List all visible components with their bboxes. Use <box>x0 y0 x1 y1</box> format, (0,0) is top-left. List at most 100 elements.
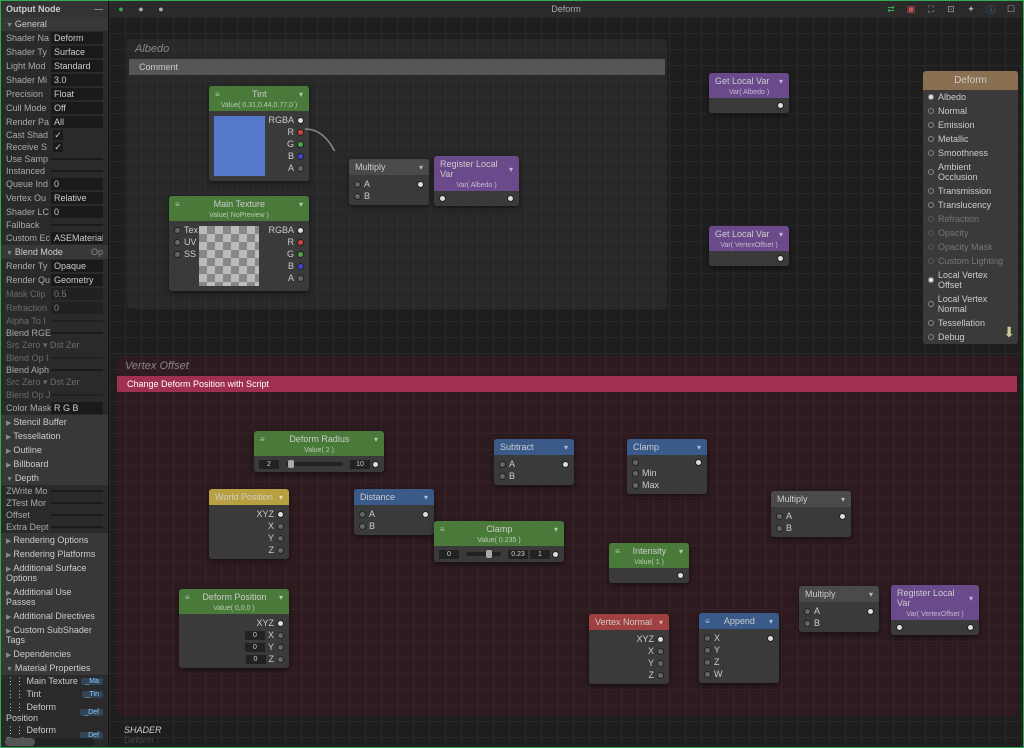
focus-icon[interactable]: ⊡ <box>944 2 958 16</box>
master-albedo[interactable]: Albedo <box>923 90 1018 104</box>
master-opacity[interactable]: Opacity <box>923 226 1018 240</box>
section-rendering-options[interactable]: Rendering Options <box>1 533 108 547</box>
expand-icon[interactable]: ⛶ <box>924 2 938 16</box>
node-subtract[interactable]: Subtract▾ A B <box>494 439 574 485</box>
dot1-icon[interactable]: ● <box>114 2 128 16</box>
master-custom-lighting[interactable]: Custom Lighting <box>923 254 1018 268</box>
section-additional-surface-options[interactable]: Additional Surface Options <box>1 561 108 585</box>
node-vertex-normal[interactable]: Vertex Normal▾ XYZ X Y Z <box>589 614 669 684</box>
prop-row[interactable]: Color MaskR G B <box>1 401 108 415</box>
prop-row[interactable]: Blend Alph <box>1 364 108 376</box>
sidebar: Output Node— General Shader NaDeformShad… <box>1 1 109 747</box>
section-blend[interactable]: Blend ModeOp <box>1 245 108 259</box>
node-distance[interactable]: Distance▾ A B <box>354 489 434 535</box>
prop-row[interactable]: Blend RGE <box>1 327 108 339</box>
prop-row[interactable]: Alpha To I <box>1 315 108 327</box>
prop-row[interactable]: Render PaAll <box>1 115 108 129</box>
node-register-albedo[interactable]: Register Local Var▾ Var( Albedo ) <box>434 156 519 206</box>
section-tessellation[interactable]: Tessellation <box>1 429 108 443</box>
node-maintexture[interactable]: ≡Main Texture▾ Value( NoPreview ) Tex UV… <box>169 196 309 291</box>
mat-prop[interactable]: ⋮⋮ Tint_Tin <box>1 688 108 701</box>
dot2-icon[interactable]: ● <box>134 2 148 16</box>
node-intensity[interactable]: ≡Intensity▾ Value( 1 ) <box>609 543 689 583</box>
save-icon[interactable]: ⬇ <box>1003 324 1015 341</box>
prop-row[interactable]: Src Zero ▾ Dst Zer <box>1 339 108 352</box>
prop-row[interactable]: Render TyOpaque <box>1 259 108 273</box>
section-general[interactable]: General <box>1 17 108 31</box>
master-opacity-mask[interactable]: Opacity Mask <box>923 240 1018 254</box>
maximize-icon[interactable]: ☐ <box>1004 2 1018 16</box>
prop-row[interactable]: Instanced <box>1 165 108 177</box>
master-normal[interactable]: Normal <box>923 104 1018 118</box>
section-rendering-platforms[interactable]: Rendering Platforms <box>1 547 108 561</box>
prop-row[interactable]: Use Samp <box>1 153 108 165</box>
master-emission[interactable]: Emission <box>923 118 1018 132</box>
prop-row[interactable]: Src Zero ▾ Dst Zer <box>1 376 108 389</box>
prop-row[interactable]: Refraction0 <box>1 301 108 315</box>
mat-prop[interactable]: ⋮⋮ Main Texture_Ma <box>1 675 108 688</box>
node-clamp-slider[interactable]: ≡Clamp▾ Value( 0.235 ) 00.231 <box>434 521 564 562</box>
prop-row[interactable]: Extra Dept <box>1 521 108 533</box>
section-additional-directives[interactable]: Additional Directives <box>1 609 108 623</box>
mat-prop[interactable]: ⋮⋮ Deform Position_Def <box>1 701 108 724</box>
prop-row[interactable]: Blend Op J <box>1 389 108 401</box>
prop-row[interactable]: PrecisionFloat <box>1 87 108 101</box>
prop-row[interactable]: Shader TySurface <box>1 45 108 59</box>
collapse-icon[interactable]: — <box>94 4 103 14</box>
sidebar-scrollbar[interactable] <box>5 738 95 746</box>
master-local-vertex-offset[interactable]: Local Vertex Offset <box>923 268 1018 292</box>
clean-icon[interactable]: ✦ <box>964 2 978 16</box>
prop-row[interactable]: ZTest Mor <box>1 497 108 509</box>
prop-row[interactable]: Shader NaDeform <box>1 31 108 45</box>
master-ambient-occlusion[interactable]: Ambient Occlusion <box>923 160 1018 184</box>
master-refraction[interactable]: Refraction <box>923 212 1018 226</box>
dot3-icon[interactable]: ● <box>154 2 168 16</box>
node-get-albedo[interactable]: Get Local Var▾ Var( Albedo ) <box>709 73 789 113</box>
prop-row[interactable]: Cast Shad✓ <box>1 129 108 141</box>
node-multiply-2[interactable]: Multiply▾ A B <box>771 491 851 537</box>
prop-row[interactable]: Light ModStandard <box>1 59 108 73</box>
section-additional-use-passes[interactable]: Additional Use Passes <box>1 585 108 609</box>
prop-row[interactable]: Custom EcASEMaterialInsp <box>1 231 108 245</box>
node-multiply-3[interactable]: Multiply▾ A B <box>799 586 879 632</box>
master-metallic[interactable]: Metallic <box>923 132 1018 146</box>
node-append[interactable]: ≡Append▾ X Y Z W <box>699 613 779 683</box>
section-outline[interactable]: Outline <box>1 443 108 457</box>
prop-row[interactable]: Offset <box>1 509 108 521</box>
prop-row[interactable]: Blend Op I <box>1 352 108 364</box>
node-deform-position[interactable]: ≡Deform Position▾ Value( 0,0,0 ) XYZ 0X … <box>179 589 289 668</box>
section-custom-subshader-tags[interactable]: Custom SubShader Tags <box>1 623 108 647</box>
node-deform-radius[interactable]: ≡Deform Radius▾ Value( 2 ) 210 <box>254 431 384 472</box>
canvas-title: Deform <box>551 4 581 14</box>
section-depth[interactable]: Depth <box>1 471 108 485</box>
prop-row[interactable]: Fallback <box>1 219 108 231</box>
prop-row[interactable]: Mask Clip0.5 <box>1 287 108 301</box>
node-clamp[interactable]: Clamp▾ Min Max <box>627 439 707 494</box>
section-matprops[interactable]: Material Properties <box>1 661 108 675</box>
prop-row[interactable]: Queue Ind0 <box>1 177 108 191</box>
camera-icon[interactable]: ▣ <box>904 2 918 16</box>
prop-row[interactable]: Receive S✓ <box>1 141 108 153</box>
node-multiply-albedo[interactable]: Multiply▾ A B <box>349 159 429 205</box>
master-transmission[interactable]: Transmission <box>923 184 1018 198</box>
canvas[interactable]: ● ● ● Deform ⇄ ▣ ⛶ ⊡ ✦ ⓘ ☐ Albedo Commen… <box>109 1 1023 747</box>
node-tint[interactable]: ≡Tint▾ Value( 0.31,0.44,0.77,0 ) RGBA R … <box>209 86 309 181</box>
info-icon[interactable]: ⓘ <box>984 2 998 16</box>
prop-row[interactable]: ZWrite Mo <box>1 485 108 497</box>
prop-row[interactable]: Shader LC0 <box>1 205 108 219</box>
section-billboard[interactable]: Billboard <box>1 457 108 471</box>
share-icon[interactable]: ⇄ <box>884 2 898 16</box>
section-stencil-buffer[interactable]: Stencil Buffer <box>1 415 108 429</box>
node-get-vertexoffset[interactable]: Get Local Var▾ Var( VertexOffset ) <box>709 226 789 266</box>
master-smoothness[interactable]: Smoothness <box>923 146 1018 160</box>
master-node[interactable]: Deform AlbedoNormalEmissionMetallicSmoot… <box>923 71 1018 344</box>
node-register-vertexoffset[interactable]: Register Local Var▾ Var( VertexOffset ) <box>891 585 979 635</box>
section-dependencies[interactable]: Dependencies <box>1 647 108 661</box>
prop-row[interactable]: Shader Mi3.0 <box>1 73 108 87</box>
master-translucency[interactable]: Translucency <box>923 198 1018 212</box>
prop-row[interactable]: Render QuGeometry <box>1 273 108 287</box>
prop-row[interactable]: Cull ModeOff <box>1 101 108 115</box>
prop-row[interactable]: Vertex OuRelative <box>1 191 108 205</box>
node-world-position[interactable]: World Position▾ XYZ X Y Z <box>209 489 289 559</box>
master-local-vertex-normal[interactable]: Local Vertex Normal <box>923 292 1018 316</box>
